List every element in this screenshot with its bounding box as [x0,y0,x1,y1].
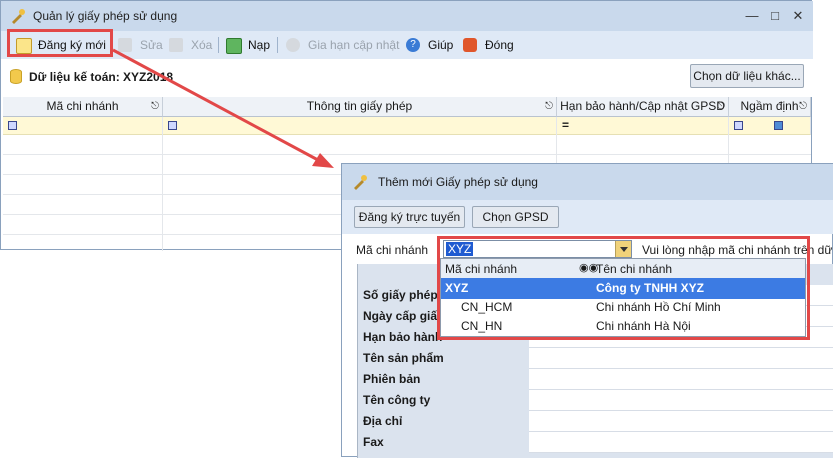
col-header-label: Hạn bảo hành/Cập nhật GPSD [560,99,725,113]
main-window-title: Quản lý giấy phép sử dụng [33,9,178,23]
maximize-button[interactable]: □ [765,6,785,26]
table-row[interactable] [3,135,811,155]
reload-label: Nạp [248,38,271,52]
field-label: Tên sản phẩm [363,351,444,365]
pin-icon[interactable]: ⎋ [717,97,725,116]
field-label: Phiên bản [363,372,421,386]
reload-button[interactable]: Nạp [226,35,270,55]
choose-data-button[interactable]: Chọn dữ liệu khác... [690,64,804,88]
filter-equals[interactable]: = [562,118,569,132]
col-header-label: Mã chi nhánh [46,99,119,113]
dialog-titlebar: Thêm mới Giấy phép sử dụng [342,164,833,200]
filter-cell-branch[interactable] [3,117,163,135]
dialog-toolbar: Đăng ký trực tuyến Chọn GPSD [342,200,833,234]
field-value[interactable] [529,369,833,390]
app-icon [12,9,25,24]
data-bar: Dữ liệu kế toán: XYZ2018 Chọn dữ liệu kh… [1,59,813,97]
filter-cell-default[interactable] [729,117,811,135]
register-highlight-box [7,29,113,57]
main-toolbar: Đăng ký mới Sửa Xóa Nạp Gia hạn cập nhật… [1,31,813,60]
col-header-license-info[interactable]: Thông tin giấy phép ⎋ [163,97,557,117]
extend-icon [286,38,300,52]
help-label: Giúp [428,38,454,52]
branch-highlight-box [437,236,810,340]
field-value[interactable] [529,411,833,432]
toolbar-separator [277,37,278,53]
reload-icon [226,38,242,54]
col-header-warranty[interactable]: Hạn bảo hành/Cập nhật GPSD ⎋ [557,97,729,117]
filter-cell-license-info[interactable] [163,117,557,135]
minimize-button[interactable]: — [742,6,762,26]
branch-code-label: Mã chi nhánh [356,243,429,257]
delete-icon [169,38,183,52]
pin-icon[interactable]: ⎋ [151,97,159,116]
register-online-button[interactable]: Đăng ký trực tuyến [354,206,465,228]
help-icon: ? [406,38,420,52]
filter-cell-warranty[interactable]: = [557,117,729,135]
filter-condition-icon[interactable] [734,121,743,130]
filter-condition-icon[interactable] [168,121,177,130]
field-label: Tên công ty [363,393,431,407]
col-header-label: Ngầm định [740,99,799,113]
data-label: Dữ liệu kế toán: XYZ2018 [29,70,174,84]
edit-button[interactable]: Sửa [118,35,163,55]
dialog-title: Thêm mới Giấy phép sử dụng [378,175,538,189]
extend-update-button[interactable]: Gia hạn cập nhật [286,35,399,55]
column-divider [162,117,163,251]
help-button[interactable]: ? Giúp [406,35,453,55]
col-header-branch[interactable]: Mã chi nhánh ⎋ [3,97,163,117]
col-header-label: Thông tin giấy phép [306,99,413,113]
close-window-button[interactable]: ✕ [788,6,808,26]
extend-label: Gia hạn cập nhật [308,38,400,52]
default-checkbox-icon[interactable] [774,121,783,130]
field-value[interactable] [529,348,833,369]
database-icon [10,69,22,84]
filter-condition-icon[interactable] [8,121,17,130]
field-label: Địa chỉ [363,414,403,428]
dialog-app-icon [354,175,367,190]
col-header-default[interactable]: Ngầm định ⎋ [729,97,811,117]
pin-icon[interactable]: ⎋ [799,97,807,116]
pin-icon[interactable]: ⎋ [545,97,553,116]
close-label: Đóng [485,38,514,52]
main-titlebar: Quản lý giấy phép sử dụng — □ ✕ [1,1,813,31]
edit-label: Sửa [140,38,163,52]
field-value[interactable] [529,390,833,411]
edit-icon [118,38,132,52]
delete-button[interactable]: Xóa [169,35,212,55]
close-icon [463,38,477,52]
toolbar-separator [218,37,219,53]
field-value[interactable] [529,432,833,453]
close-button[interactable]: Đóng [463,35,514,55]
delete-label: Xóa [191,38,213,52]
field-label: Fax [363,435,384,449]
choose-gpsd-button[interactable]: Chọn GPSD [472,206,559,228]
